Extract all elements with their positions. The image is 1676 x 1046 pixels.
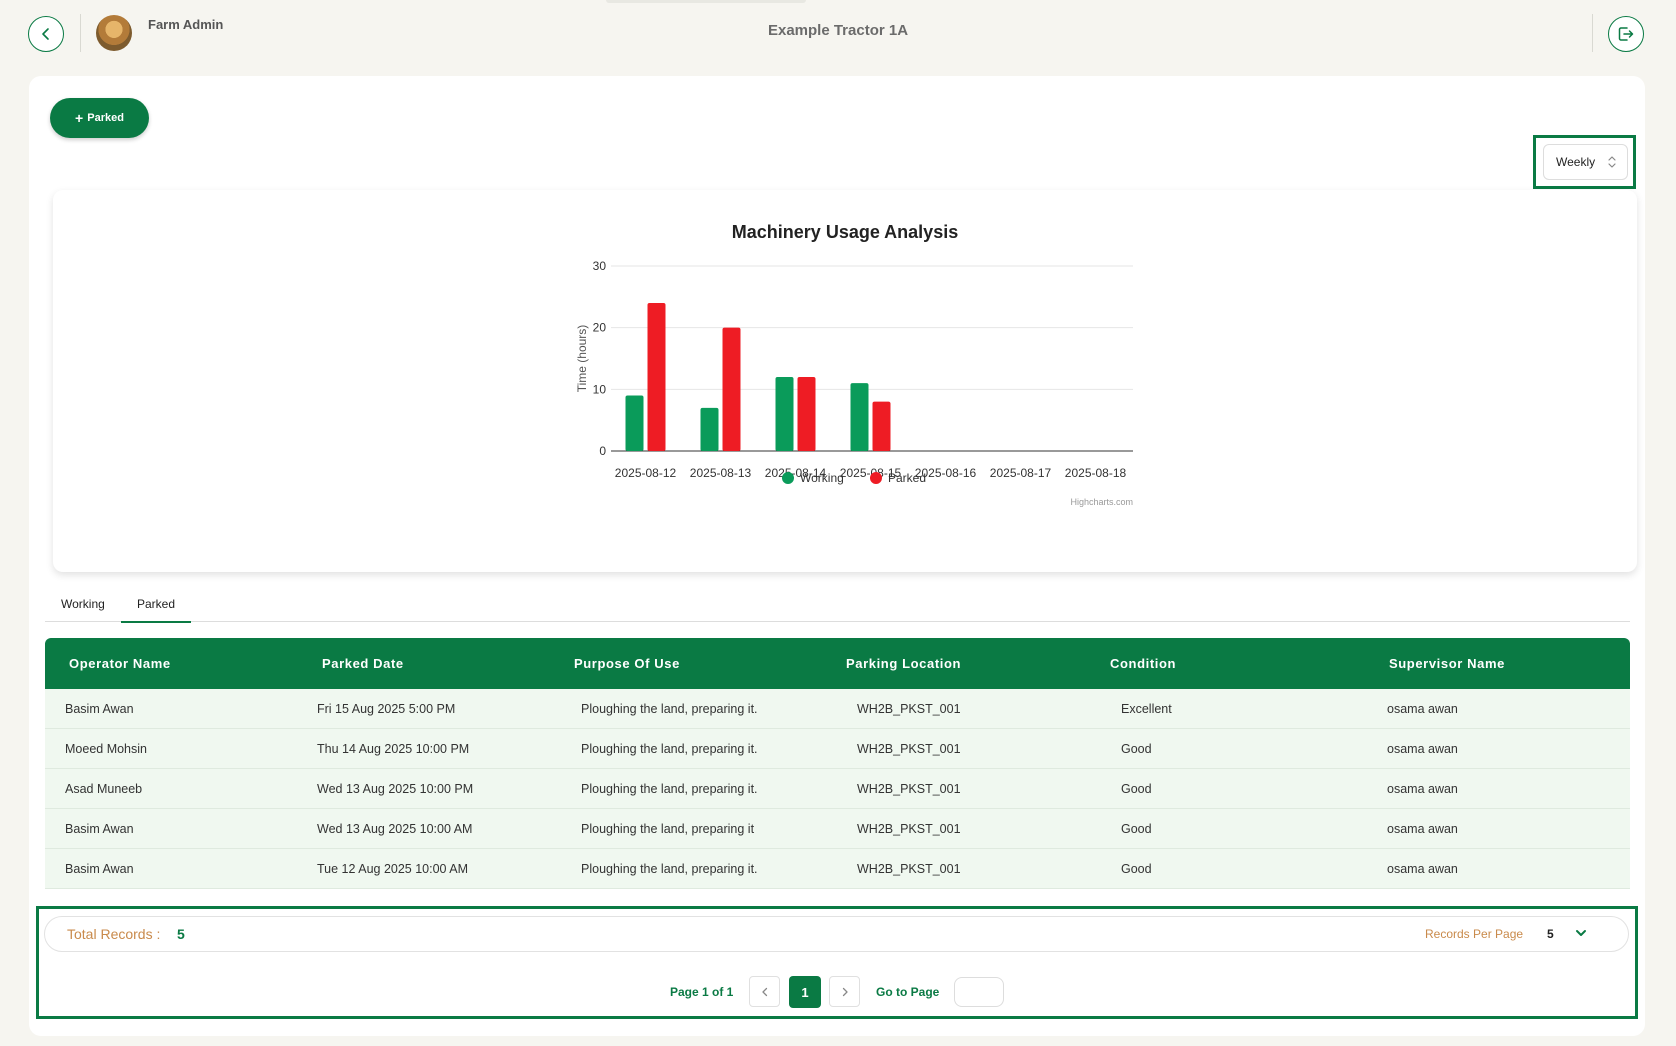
col-condition[interactable]: Condition bbox=[1110, 656, 1176, 671]
legend-marker-working bbox=[782, 472, 794, 484]
bar-parked bbox=[797, 377, 816, 451]
legend-marker-parked bbox=[870, 472, 882, 484]
cell-purpose-of-use: Ploughing the land, preparing it. bbox=[581, 741, 758, 756]
total-records-label: Total Records : bbox=[67, 926, 161, 942]
period-select-highlight: Weekly bbox=[1533, 135, 1636, 189]
add-parked-button[interactable]: + Parked bbox=[50, 98, 149, 138]
plus-icon: + bbox=[75, 110, 84, 126]
bar-parked bbox=[722, 327, 741, 451]
cell-parking-location: WH2B_PKST_001 bbox=[857, 821, 961, 836]
table-row[interactable]: Basim Awan Fri 15 Aug 2025 5:00 PM Ploughi… bbox=[45, 689, 1630, 729]
cell-purpose-of-use: Ploughing the land, preparing it. bbox=[581, 781, 758, 796]
bar-working bbox=[625, 395, 644, 451]
logout-button[interactable] bbox=[1608, 16, 1644, 52]
current-page-button[interactable]: 1 bbox=[789, 976, 821, 1008]
cell-operator-name: Basim Awan bbox=[65, 701, 134, 716]
col-parked-date[interactable]: Parked Date bbox=[322, 656, 404, 671]
cell-parked-date: Wed 13 Aug 2025 10:00 AM bbox=[317, 821, 473, 836]
tab-parked[interactable]: Parked bbox=[121, 597, 192, 623]
chart-title: Machinery Usage Analysis bbox=[732, 222, 958, 242]
chevron-down-icon[interactable] bbox=[1573, 925, 1589, 941]
chart-y-tick: 30 bbox=[593, 259, 607, 273]
cell-condition: Good bbox=[1121, 781, 1152, 796]
cell-operator-name: Moeed Mohsin bbox=[65, 741, 147, 756]
chevron-right-icon bbox=[842, 987, 848, 996]
cell-parked-date: Fri 15 Aug 2025 5:00 PM bbox=[317, 701, 456, 716]
table-header: Operator Name Parked Date Purpose Of Use… bbox=[45, 638, 1630, 689]
cell-operator-name: Asad Muneeb bbox=[65, 781, 143, 796]
page-title: Example Tractor 1A bbox=[767, 22, 909, 39]
top-tab-shadow bbox=[606, 0, 806, 3]
go-to-page-input[interactable] bbox=[954, 977, 1004, 1007]
cell-operator-name: Basim Awan bbox=[65, 821, 134, 836]
parked-table: Operator Name Parked Date Purpose Of Use… bbox=[45, 638, 1630, 889]
usage-chart-card: Machinery Usage Analysis Time (hours) 0 10 2… bbox=[53, 190, 1637, 572]
tab-bar: Working Parked bbox=[45, 590, 1630, 623]
cell-parked-date: Thu 14 Aug 2025 10:00 PM bbox=[317, 741, 470, 756]
header-divider-right bbox=[1592, 14, 1593, 52]
cell-parking-location: WH2B_PKST_001 bbox=[857, 701, 961, 716]
table-row[interactable]: Basim Awan Wed 13 Aug 2025 10:00 AM Plough… bbox=[45, 809, 1630, 849]
chart-credit: Highcharts.com bbox=[1070, 497, 1133, 507]
add-parked-label: Parked bbox=[87, 112, 124, 124]
cell-supervisor-name: osama awan bbox=[1387, 861, 1458, 876]
col-operator-name[interactable]: Operator Name bbox=[69, 656, 171, 671]
period-select[interactable]: Weekly bbox=[1543, 144, 1628, 180]
records-per-page-value[interactable]: 5 bbox=[1547, 927, 1554, 941]
chevron-left-icon bbox=[761, 987, 767, 996]
cell-supervisor-name: osama awan bbox=[1387, 781, 1458, 796]
cell-purpose-of-use: Ploughing the land, preparing it. bbox=[581, 861, 758, 876]
col-parking-location[interactable]: Parking Location bbox=[846, 656, 961, 671]
table-row[interactable]: Basim Awan Tue 12 Aug 2025 10:00 AM Plough… bbox=[45, 849, 1630, 889]
chart-y-tick: 10 bbox=[593, 382, 607, 396]
chart-y-tick: 20 bbox=[593, 321, 607, 335]
cell-condition: Good bbox=[1121, 741, 1152, 756]
app-header: Farm Admin Example Tractor 1A bbox=[0, 0, 1676, 70]
legend-label-parked: Parked bbox=[888, 471, 926, 485]
col-purpose-of-use[interactable]: Purpose Of Use bbox=[574, 656, 680, 671]
cell-parking-location: WH2B_PKST_001 bbox=[857, 861, 961, 876]
chart-x-tick: 2025-08-12 bbox=[615, 466, 677, 480]
bar-working bbox=[775, 377, 794, 451]
table-row[interactable]: Asad Muneeb Wed 13 Aug 2025 10:00 PM Ploug… bbox=[45, 769, 1630, 809]
cell-supervisor-name: osama awan bbox=[1387, 821, 1458, 836]
chart-x-tick: 2025-08-13 bbox=[690, 466, 752, 480]
records-per-page-label: Records Per Page bbox=[1425, 927, 1524, 941]
cell-parked-date: Wed 13 Aug 2025 10:00 PM bbox=[317, 781, 474, 796]
total-records-value: 5 bbox=[177, 926, 185, 942]
records-bar: Total Records : 5 Records Per Page 5 bbox=[44, 916, 1629, 952]
sort-arrows-icon bbox=[1608, 156, 1616, 168]
table-row[interactable]: Moeed Mohsin Thu 14 Aug 2025 10:00 PM Plou… bbox=[45, 729, 1630, 769]
cell-condition: Excellent bbox=[1121, 701, 1172, 716]
bar-parked bbox=[872, 401, 891, 451]
cell-supervisor-name: osama awan bbox=[1387, 701, 1458, 716]
cell-parking-location: WH2B_PKST_001 bbox=[857, 781, 961, 796]
bar-working bbox=[700, 407, 719, 451]
go-to-page-label: Go to Page bbox=[876, 985, 940, 999]
bar-parked bbox=[647, 303, 666, 451]
chart-ylabel: Time (hours) bbox=[575, 325, 589, 393]
usage-chart: Machinery Usage Analysis Time (hours) 0 10 2… bbox=[575, 222, 1133, 507]
cell-condition: Good bbox=[1121, 821, 1152, 836]
prev-page-button[interactable] bbox=[749, 976, 780, 1007]
cell-purpose-of-use: Ploughing the land, preparing it. bbox=[581, 701, 758, 716]
tab-working[interactable]: Working bbox=[45, 597, 121, 623]
chart-x-tick: 2025-08-17 bbox=[990, 466, 1052, 480]
legend-label-working: Working bbox=[800, 471, 844, 485]
chart-x-tick: 2025-08-18 bbox=[1065, 466, 1127, 480]
logout-icon bbox=[1618, 27, 1634, 41]
cell-parked-date: Tue 12 Aug 2025 10:00 AM bbox=[317, 861, 469, 876]
cell-operator-name: Basim Awan bbox=[65, 861, 134, 876]
bar-working bbox=[850, 383, 869, 451]
col-supervisor-name[interactable]: Supervisor Name bbox=[1389, 656, 1505, 671]
cell-supervisor-name: osama awan bbox=[1387, 741, 1458, 756]
period-select-value: Weekly bbox=[1556, 155, 1596, 169]
cell-condition: Good bbox=[1121, 861, 1152, 876]
cell-parking-location: WH2B_PKST_001 bbox=[857, 741, 961, 756]
page-info: Page 1 of 1 bbox=[670, 985, 734, 999]
cell-purpose-of-use: Ploughing the land, preparing it bbox=[581, 821, 755, 836]
next-page-button[interactable] bbox=[829, 976, 860, 1007]
chart-y-tick: 0 bbox=[599, 444, 606, 458]
